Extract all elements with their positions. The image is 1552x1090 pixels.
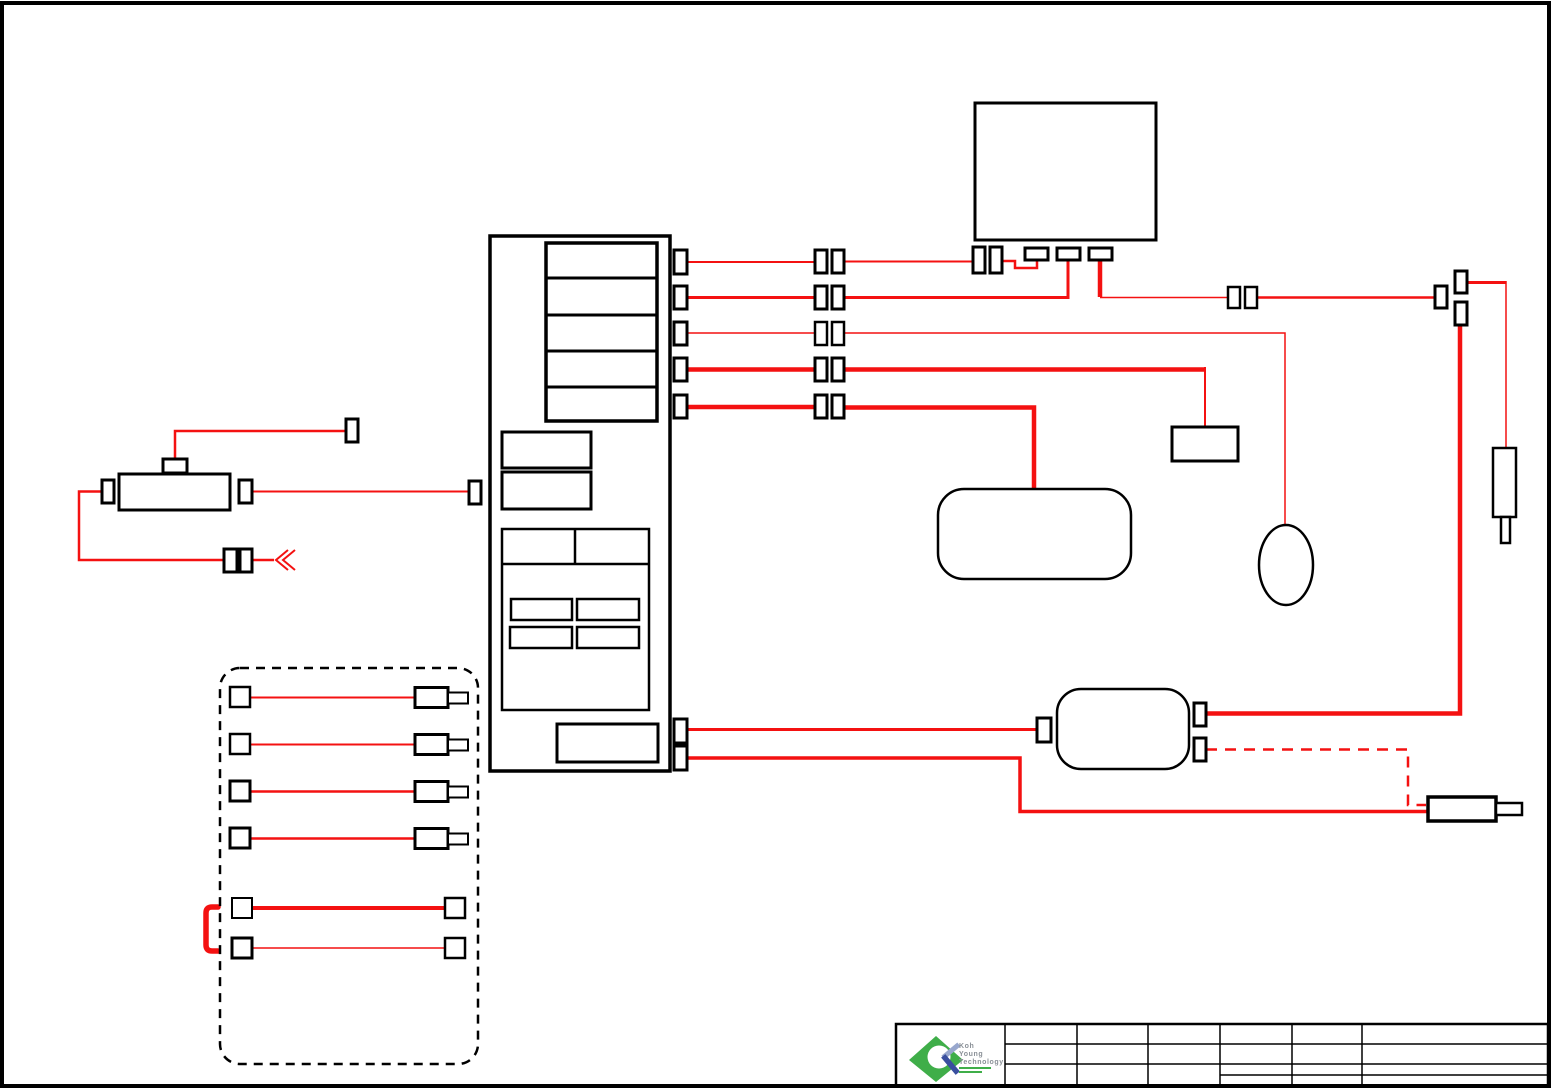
accessory-connector [228,779,252,803]
barrel-plug [413,686,450,709]
barrel-plug-tip [447,832,469,846]
hub-box [1055,687,1191,771]
inline-connector [813,356,829,383]
port-connector [672,744,689,772]
right-connector [1453,269,1469,295]
group-cell [509,597,574,622]
logo-text-line1: Koh [959,1043,974,1050]
controller-bottom-module [555,722,660,764]
rounded-device-box [936,487,1133,581]
hub-connector-left [1035,716,1053,744]
plug-body [1426,795,1498,823]
port-connector [672,248,689,276]
monitor-connector [971,245,987,275]
hub-connector-right-top [1192,701,1208,728]
wire-bracket [203,904,221,954]
controller-module-a [500,430,593,470]
port-connector [100,478,116,505]
accessory-dashed-box [218,666,480,1066]
group-cell [575,625,641,650]
mouse-device [1257,523,1315,607]
inline-connector [813,248,829,275]
inline-connector [830,393,846,420]
wire-hub-riser [1206,325,1463,716]
monitor-connector [988,245,1004,275]
right-connector [1433,284,1449,310]
monitor-port [1087,246,1114,262]
dongle-body [1491,446,1518,519]
inline-connector [830,320,846,347]
wire-device-top [173,429,346,459]
monitor-port [1023,246,1050,262]
port-connector [672,393,689,420]
group-cell [508,625,574,650]
wire-row2-right [844,259,1070,299]
inline-connector [813,284,829,311]
logo-tagline-bar [959,1071,982,1073]
logo-text-line3: Technology [959,1059,1004,1066]
small-device-box [1170,425,1240,463]
logo-tagline-bar [959,1067,991,1069]
monitor-box [973,101,1158,242]
plug-tip [1494,801,1524,817]
port-connector [672,284,689,311]
wire-row5-right [844,405,1037,489]
inline-connector [222,547,239,574]
barrel-plug-tip [447,738,469,752]
inline-connector [238,547,254,574]
page-border [0,1,1551,1088]
accessory-connector [228,685,252,709]
monitor-port [1055,246,1082,262]
schematic-page: Koh Young Technology [0,0,1552,1090]
koh-young-logo: Koh Young Technology [909,1036,1004,1082]
remote-connector [344,417,360,444]
controller-module-b [500,470,593,511]
inline-connector [1243,285,1259,310]
group-cell [575,597,641,622]
inline-connector [830,248,846,275]
port-connector [237,478,254,505]
accessory-connector [228,826,252,850]
inline-connector [830,284,846,311]
barrel-plug [413,780,450,803]
barrel-plug-tip [447,691,469,705]
accessory-connector [443,936,467,960]
wire-plug-feed [687,756,1428,814]
left-device-box [117,472,232,512]
inline-connector [1226,285,1242,310]
wire-hub-plug-dashed [1206,748,1426,807]
barrel-plug [413,733,450,756]
port-connector [672,356,689,383]
barrel-plug-tip [447,785,469,799]
barrel-plug [413,827,450,850]
inline-connector [813,320,829,347]
accessory-connector [231,897,253,919]
accessory-connector [228,732,252,756]
dongle-stub [1499,515,1512,545]
right-connector [1453,300,1469,327]
accessory-connector [230,936,254,960]
port-connector [672,717,689,745]
inline-connector [830,356,846,383]
accessory-connector [443,896,467,920]
wiring-diagram-canvas: Koh Young Technology [0,1,1551,1088]
logo-text-line2: Young [959,1051,983,1058]
port-connector [672,320,689,347]
hub-connector-right-bottom [1192,736,1208,763]
port-connector-left [467,479,483,506]
title-block [894,1022,1550,1088]
component-layer [100,101,1524,1066]
title-block-border [894,1022,1550,1088]
controller-slot-stack [544,241,659,423]
inline-connector [813,393,829,420]
left-device-top-port [161,457,189,475]
